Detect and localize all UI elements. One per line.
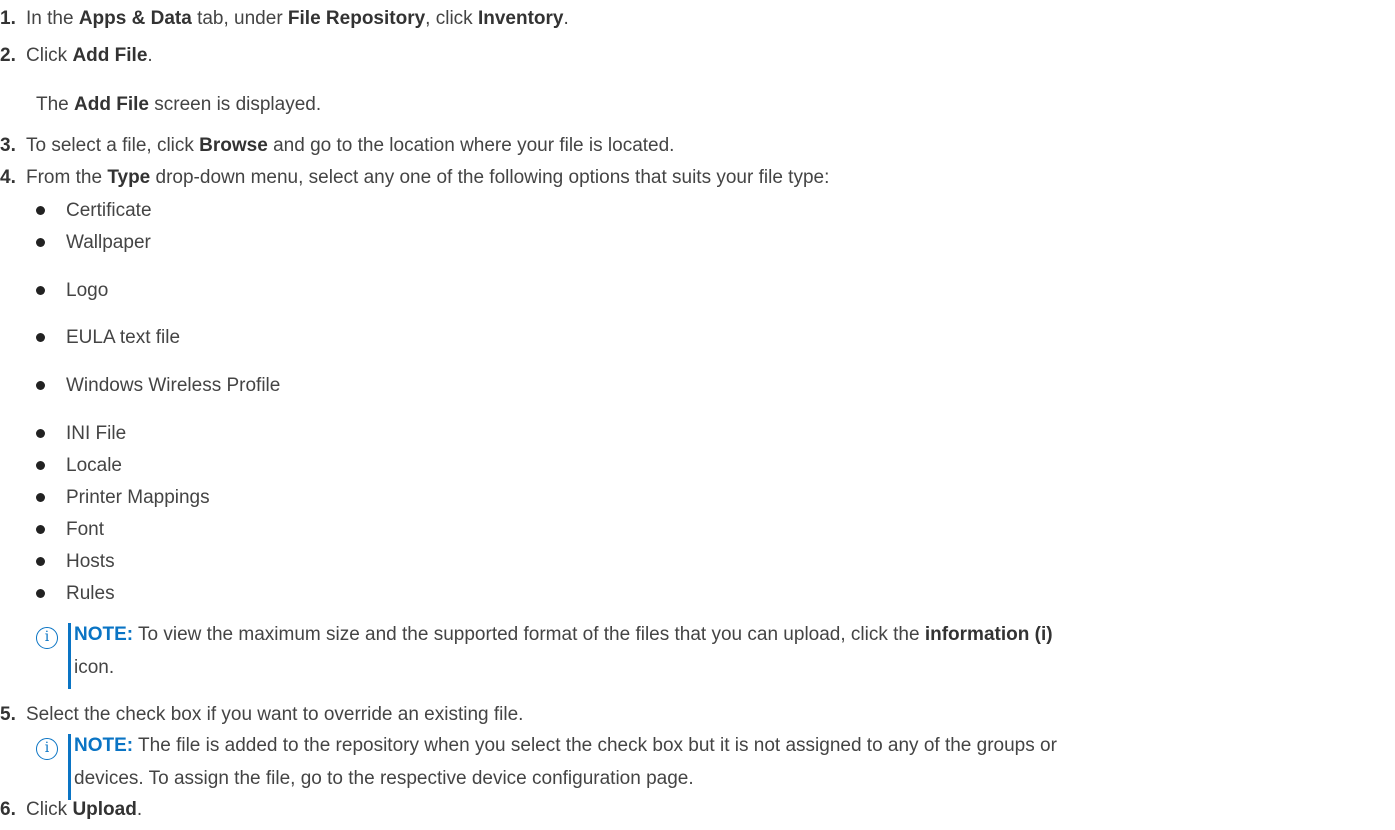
list-item: Font bbox=[36, 519, 636, 543]
step-number: 2. bbox=[0, 45, 16, 66]
note-text: NOTE: To view the maximum size and the s… bbox=[74, 624, 1053, 678]
step-2-result: The Add File screen is displayed. bbox=[36, 94, 322, 115]
step-4: 4. From the Type drop-down menu, select … bbox=[0, 167, 1300, 193]
bullet-dot-icon bbox=[36, 206, 45, 215]
info-icon: i bbox=[36, 627, 58, 649]
list-item: Locale bbox=[36, 455, 636, 479]
list-item: Logo bbox=[36, 280, 636, 304]
step-text: Select the check box if you want to over… bbox=[26, 704, 524, 725]
bullet-dot-icon bbox=[36, 493, 45, 502]
bullet-dot-icon bbox=[36, 333, 45, 342]
list-item: INI File bbox=[36, 423, 636, 447]
note-box: i NOTE: The file is added to the reposit… bbox=[36, 734, 1391, 802]
step-number: 6. bbox=[0, 799, 16, 820]
step-2: 2. Click Add File. bbox=[0, 45, 900, 71]
list-item: Hosts bbox=[36, 551, 636, 575]
list-item: Windows Wireless Profile bbox=[36, 375, 636, 399]
step-text: From the Type drop-down menu, select any… bbox=[26, 167, 830, 188]
step-text: Click Add File. bbox=[26, 45, 153, 66]
bullet-dot-icon bbox=[36, 286, 45, 295]
step-text: In the Apps & Data tab, under File Repos… bbox=[26, 8, 569, 29]
bullet-dot-icon bbox=[36, 557, 45, 566]
note-text: NOTE: The file is added to the repositor… bbox=[74, 735, 1057, 789]
note-label: NOTE: bbox=[74, 624, 134, 645]
step-number: 5. bbox=[0, 704, 16, 725]
info-icon: i bbox=[36, 738, 58, 760]
bullet-dot-icon bbox=[36, 525, 45, 534]
step-text: Click Upload. bbox=[26, 799, 143, 820]
step-1: 1. In the Apps & Data tab, under File Re… bbox=[0, 8, 900, 34]
step-number: 4. bbox=[0, 167, 16, 188]
step-5: 5. Select the check box if you want to o… bbox=[0, 704, 900, 730]
note-label: NOTE: bbox=[74, 735, 134, 756]
list-item: Rules bbox=[36, 583, 636, 607]
step-number: 1. bbox=[0, 8, 16, 29]
note-box: i NOTE: To view the maximum size and the… bbox=[36, 623, 1391, 691]
note-divider bbox=[68, 734, 71, 800]
list-item: Certificate bbox=[36, 200, 636, 224]
step-text: To select a file, click Browse and go to… bbox=[26, 135, 675, 156]
note-divider bbox=[68, 623, 71, 689]
bullet-dot-icon bbox=[36, 238, 45, 247]
list-item: Wallpaper bbox=[36, 232, 636, 256]
step-3: 3. To select a file, click Browse and go… bbox=[0, 135, 1000, 161]
bullet-dot-icon bbox=[36, 589, 45, 598]
bullet-dot-icon bbox=[36, 429, 45, 438]
bullet-dot-icon bbox=[36, 461, 45, 470]
bullet-dot-icon bbox=[36, 381, 45, 390]
step-6: 6. Click Upload. bbox=[0, 799, 900, 825]
list-item: EULA text file bbox=[36, 327, 636, 351]
list-item: Printer Mappings bbox=[36, 487, 636, 511]
step-number: 3. bbox=[0, 135, 16, 156]
